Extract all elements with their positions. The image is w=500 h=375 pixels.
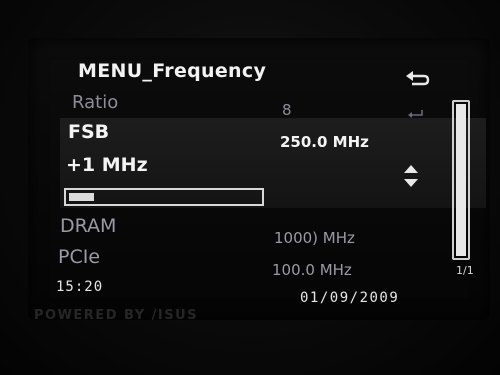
fsb-label[interactable]: FSB [68,121,109,143]
clock-date: 01/09/2009 [300,290,400,306]
ratio-label[interactable]: Ratio [72,92,118,113]
pcie-value: 100.0 MHz [272,261,352,279]
page-indicator: 1/1 [456,264,474,277]
pcie-label[interactable]: PCIe [58,246,100,268]
return-arrow-icon[interactable] [404,68,432,88]
ratio-value: 8 [282,101,292,119]
dram-value: 1000) MHz [274,229,355,247]
up-down-arrows-icon[interactable] [402,163,420,189]
clock-time: 15:20 [56,279,104,295]
fsb-value: 250.0 MHz [280,133,369,151]
brand-logo-text: POWERED BY /ISUS [34,308,199,323]
progress-fill [69,193,94,201]
scrollbar-thumb[interactable] [456,104,466,256]
fsb-step-label: +1 MHz [66,154,148,176]
menu-title: MENU_Frequency [78,60,267,82]
vertical-scrollbar[interactable] [452,100,470,260]
dram-label[interactable]: DRAM [60,215,116,237]
fsb-progress-bar[interactable] [64,188,264,206]
